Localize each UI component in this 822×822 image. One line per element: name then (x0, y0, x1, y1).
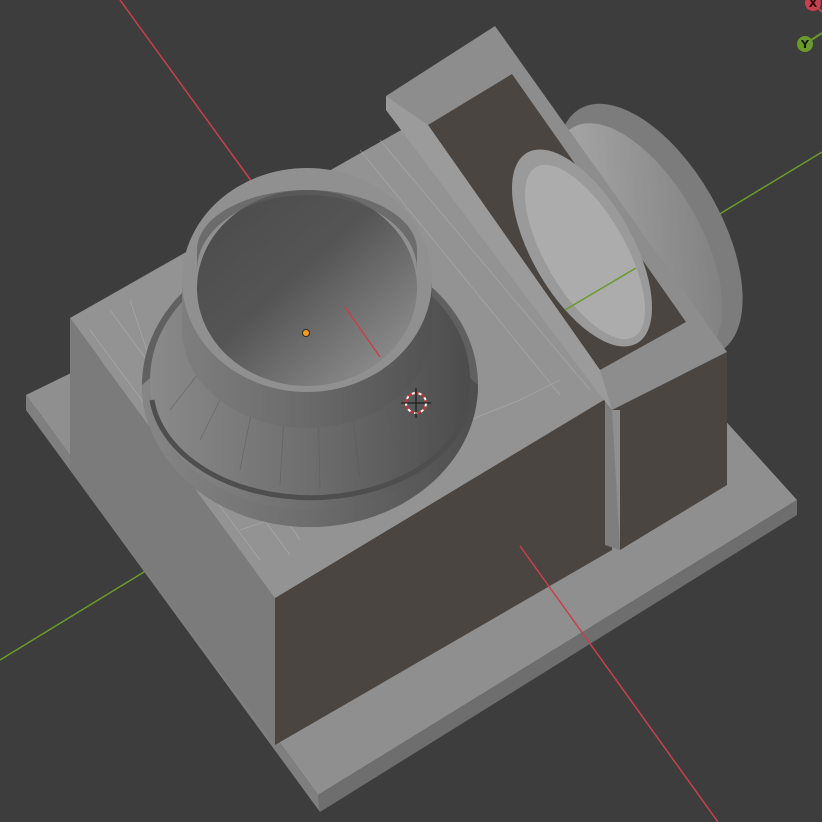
gizmo-x-label: X (809, 0, 818, 10)
navigation-gizmo[interactable]: X Y (797, 0, 822, 52)
x-axis-line-back (119, 0, 253, 183)
cup[interactable] (182, 168, 432, 428)
object-origin-icon[interactable] (302, 329, 310, 337)
gizmo-y-label: Y (800, 38, 810, 51)
3d-viewport[interactable]: X Y (0, 0, 822, 822)
mesh-object[interactable] (26, 26, 797, 812)
